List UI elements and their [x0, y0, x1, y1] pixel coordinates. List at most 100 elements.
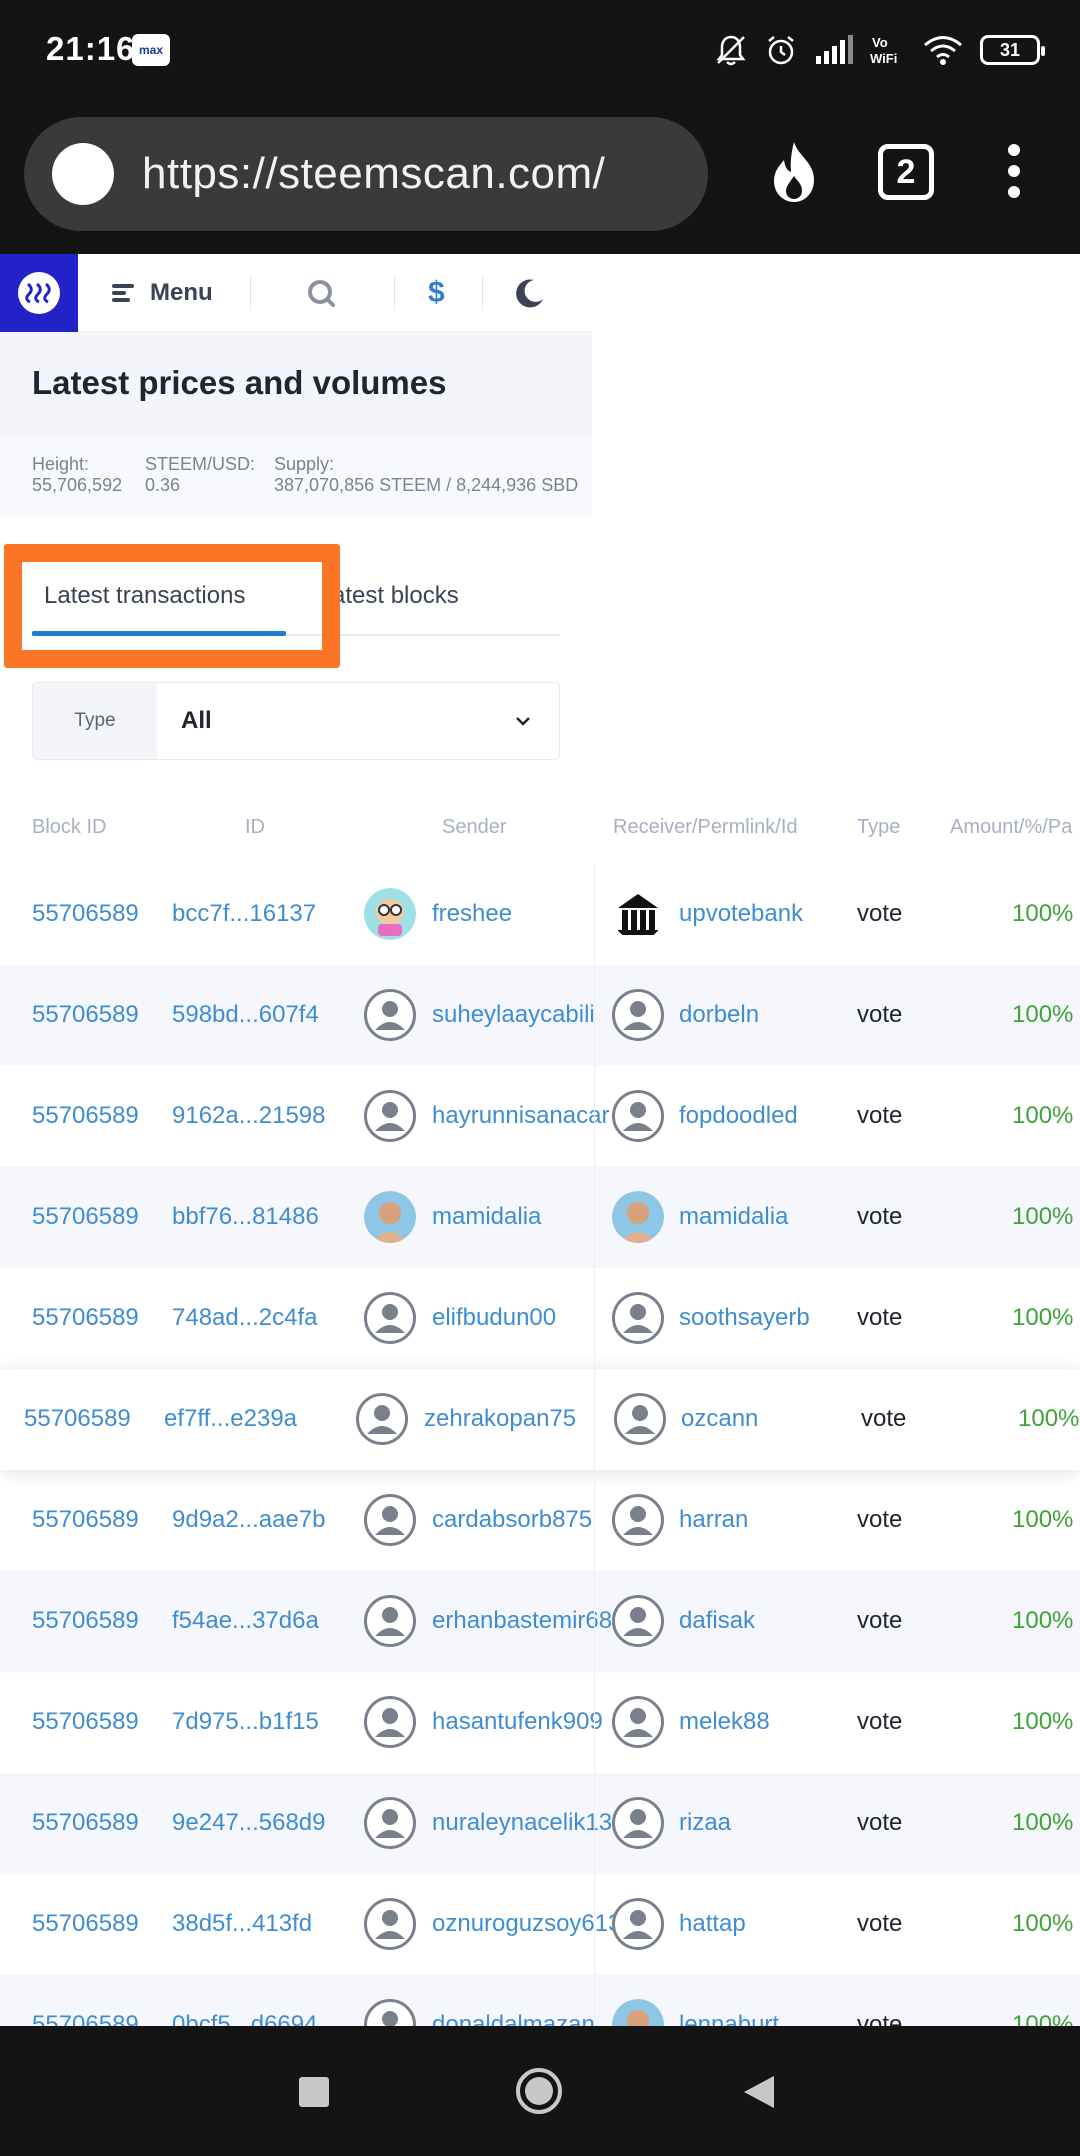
tx-id-link[interactable]: 748ad...2c4fa	[172, 1304, 317, 1332]
type-filter[interactable]: Type All	[32, 682, 560, 760]
type-filter-select[interactable]: All	[157, 683, 559, 759]
sender-link[interactable]: nuraleynacelik13	[432, 1809, 612, 1837]
block-id-link[interactable]: 55706589	[32, 1809, 139, 1837]
system-nav-bar	[0, 2026, 1080, 2156]
table-row[interactable]: 55706589 7d975...b1f15 hasantufenk909 melek…	[0, 1672, 1080, 1773]
block-id-link[interactable]: 55706589	[32, 1607, 139, 1635]
tx-type: vote	[857, 900, 903, 927]
sender-link[interactable]: mamidalia	[432, 1203, 541, 1231]
block-id-link[interactable]: 55706589	[32, 1506, 139, 1534]
tx-id-link[interactable]: 7d975...b1f15	[172, 1708, 319, 1736]
block-id-link[interactable]: 55706589	[32, 1001, 139, 1029]
browser-menu-icon[interactable]	[1008, 144, 1022, 207]
highlight-annotation-box	[4, 544, 340, 668]
sender-link[interactable]: suheylaaycabili	[432, 1001, 595, 1029]
receiver-link[interactable]: dafisak	[679, 1607, 755, 1635]
table-row[interactable]: 55706589 ef7ff...e239a zehrakopan75 ozcann v…	[0, 1369, 1080, 1470]
block-id-link[interactable]: 55706589	[32, 1304, 139, 1332]
tx-type: vote	[857, 2011, 903, 2026]
photo-avatar-icon	[364, 1191, 416, 1243]
back-icon[interactable]	[742, 2074, 776, 2110]
tx-id-link[interactable]: f54ae...37d6a	[172, 1607, 319, 1635]
receiver-link[interactable]: dorbeln	[679, 1001, 759, 1029]
table-row[interactable]: 55706589 748ad...2c4fa elifbudun00 soothsay…	[0, 1268, 1080, 1369]
home-icon[interactable]	[514, 2066, 564, 2116]
stat-height: Height: 55,706,592	[32, 454, 122, 496]
header-sender: Sender	[442, 816, 507, 838]
dark-mode-toggle[interactable]	[514, 276, 546, 310]
receiver-link[interactable]: rizaa	[679, 1809, 731, 1837]
table-row[interactable]: 55706589 9162a...21598 hayrunnisanacar fopd…	[0, 1066, 1080, 1167]
table-row[interactable]: 55706589 9e247...568d9 nuraleynacelik13 riz…	[0, 1773, 1080, 1874]
receiver-link[interactable]: melek88	[679, 1708, 770, 1736]
block-id-link[interactable]: 55706589	[32, 1910, 139, 1938]
sender-link[interactable]: cardabsorb875	[432, 1506, 592, 1534]
sender-link[interactable]: zehrakopan75	[424, 1405, 576, 1433]
block-id-link[interactable]: 55706589	[32, 2011, 139, 2026]
block-id-link[interactable]: 55706589	[32, 1708, 139, 1736]
url-text[interactable]: https://steemscan.com/	[142, 149, 605, 199]
tx-id-link[interactable]: 38d5f...413fd	[172, 1910, 312, 1938]
block-id-link[interactable]: 55706589	[32, 900, 139, 928]
sender-link[interactable]: erhanbastemir683	[432, 1607, 625, 1635]
tx-amount: 100%	[1012, 1910, 1074, 1937]
site-info-icon[interactable]	[52, 143, 114, 205]
receiver-link[interactable]: soothsayerb	[679, 1304, 810, 1332]
chain-stats: Height: 55,706,592 STEEM/USD: 0.36 Suppl…	[0, 436, 592, 516]
table-row[interactable]: 55706589 9d9a2...aae7b cardabsorb875 harran…	[0, 1470, 1080, 1571]
tx-id-link[interactable]: 9d9a2...aae7b	[172, 1506, 325, 1534]
menu-icon	[112, 284, 134, 302]
tx-id-link[interactable]: bbf76...81486	[172, 1203, 319, 1231]
tx-id-link[interactable]: 9e247...568d9	[172, 1809, 325, 1837]
table-row[interactable]: 55706589 598bd...607f4 suheylaaycabili dorb…	[0, 965, 1080, 1066]
cartoon-avatar-icon	[364, 888, 416, 940]
address-bar[interactable]: https://steemscan.com/	[24, 117, 708, 231]
sender-link[interactable]: donaldalmazan	[432, 2011, 595, 2026]
default-avatar-icon	[364, 1494, 416, 1546]
tx-id-link[interactable]: 598bd...607f4	[172, 1001, 319, 1029]
table-row[interactable]: 55706589 0bcf5...d6694 donaldalmazan lennab…	[0, 1975, 1080, 2026]
receiver-link[interactable]: ozcann	[681, 1405, 758, 1433]
tx-id-link[interactable]: ef7ff...e239a	[164, 1405, 297, 1433]
receiver-link[interactable]: mamidalia	[679, 1203, 788, 1231]
block-id-link[interactable]: 55706589	[24, 1405, 131, 1433]
stat-supply: Supply: 387,070,856 STEEM / 8,244,936 SB…	[274, 454, 578, 496]
flame-icon[interactable]	[768, 140, 820, 204]
status-time: 21:16	[46, 30, 136, 67]
sender-link[interactable]: hayrunnisanacar	[432, 1102, 609, 1130]
receiver-link[interactable]: fopdoodled	[679, 1102, 798, 1130]
steem-logo[interactable]	[0, 254, 78, 332]
currency-button[interactable]: $	[428, 276, 445, 310]
sender-link[interactable]: elifbudun00	[432, 1304, 556, 1332]
receiver-link[interactable]: harran	[679, 1506, 748, 1534]
stat-height-label: Height:	[32, 454, 90, 474]
receiver-link[interactable]: upvotebank	[679, 900, 803, 928]
tx-id-link[interactable]: 0bcf5...d6694	[172, 2011, 317, 2026]
table-row[interactable]: 55706589 38d5f...413fd oznuroguzsoy613 hatt…	[0, 1874, 1080, 1975]
sender-link[interactable]: freshee	[432, 900, 512, 928]
search-button[interactable]	[306, 276, 336, 310]
tx-id-link[interactable]: 9162a...21598	[172, 1102, 325, 1130]
receiver-link[interactable]: lennaburt	[679, 2011, 779, 2026]
tx-id-link[interactable]: bcc7f...16137	[172, 900, 316, 928]
tx-type: vote	[857, 1506, 903, 1533]
tx-type: vote	[857, 1910, 903, 1937]
default-avatar-icon	[356, 1393, 408, 1445]
menu-button[interactable]: Menu	[112, 254, 213, 332]
svg-text:WiFi: WiFi	[870, 51, 897, 66]
table-row[interactable]: 55706589 bcc7f...16137 freshee upvotebank vo…	[0, 864, 1080, 965]
block-id-link[interactable]: 55706589	[32, 1203, 139, 1231]
sender-link[interactable]: hasantufenk909	[432, 1708, 603, 1736]
tab-latest-blocks[interactable]: atest blocks	[332, 582, 459, 610]
tx-amount: 100%	[1012, 1102, 1074, 1129]
svg-text:Vo: Vo	[872, 35, 888, 50]
stat-height-value: 55,706,592	[32, 475, 123, 495]
wifi-icon	[924, 36, 962, 65]
tab-switcher-button[interactable]: 2	[878, 144, 934, 200]
recents-icon[interactable]	[298, 2076, 330, 2108]
receiver-link[interactable]: hattap	[679, 1910, 746, 1938]
default-avatar-icon	[364, 1595, 416, 1647]
table-row[interactable]: 55706589 f54ae...37d6a erhanbastemir683 daf…	[0, 1571, 1080, 1672]
table-row[interactable]: 55706589 bbf76...81486 mamidalia mamidalia v…	[0, 1167, 1080, 1268]
block-id-link[interactable]: 55706589	[32, 1102, 139, 1130]
